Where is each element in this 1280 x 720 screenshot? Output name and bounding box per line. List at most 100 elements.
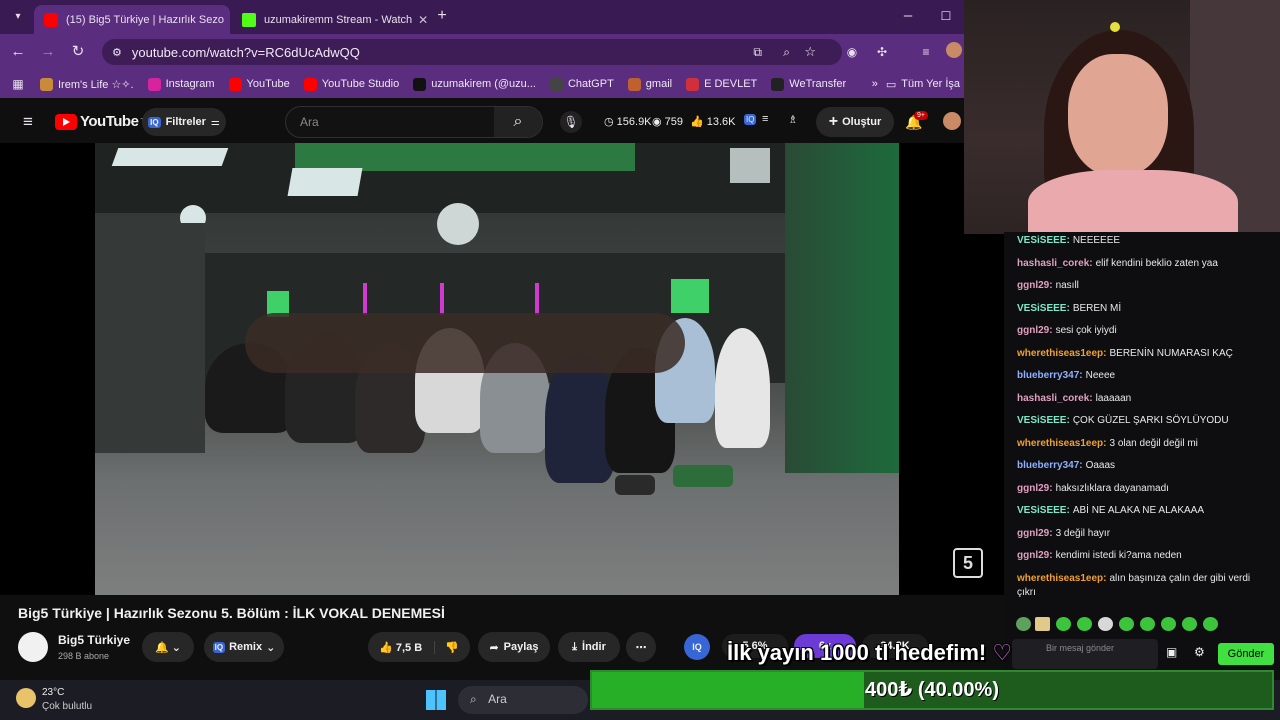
tab-search-chevron-icon[interactable]: ▾ xyxy=(8,7,28,27)
install-icon[interactable]: ⧉ xyxy=(753,45,762,60)
bookmark-label: Irem's Life ☆✧. xyxy=(58,78,134,91)
chat-username[interactable]: ggnl29: xyxy=(1017,550,1053,561)
chat-username[interactable]: ggnl29: xyxy=(1017,528,1053,539)
emote-icon[interactable] xyxy=(1035,617,1050,631)
bookmark-item[interactable]: YouTube xyxy=(228,77,290,91)
iq-extension-icon[interactable]: IQ xyxy=(744,114,757,125)
emote-icon[interactable] xyxy=(1119,617,1134,631)
tab-youtube[interactable]: (15) Big5 Türkiye | Hazırlık Sezo ✕ xyxy=(34,5,230,34)
reload-icon[interactable]: ↻ xyxy=(68,42,88,62)
remix-button[interactable]: IQ Remix ⌄ xyxy=(204,632,284,662)
emote-icon[interactable] xyxy=(1182,617,1197,631)
create-button[interactable]: + Oluştur xyxy=(816,107,894,137)
new-tab-icon[interactable]: + xyxy=(432,6,452,26)
camera-extension-icon[interactable]: ◉ xyxy=(842,42,862,62)
bookmark-item[interactable]: uzumakirem (@uzu... xyxy=(413,77,536,91)
chat-username[interactable]: VESiSEEE: xyxy=(1017,505,1070,516)
emote-icon[interactable] xyxy=(1161,617,1176,631)
like-button[interactable]: 👍 7,5 B xyxy=(379,640,436,654)
channel-avatar[interactable] xyxy=(18,632,48,662)
like-count: 7,5 B xyxy=(395,641,423,654)
store-icon[interactable]: ▣ xyxy=(1166,645,1177,659)
chat-message: ggnl29: nasıll xyxy=(1017,280,1079,291)
close-tab-icon[interactable]: ✕ xyxy=(412,13,428,27)
profile-avatar[interactable] xyxy=(944,42,964,62)
chat-username[interactable]: VESiSEEE: xyxy=(1017,415,1070,426)
emote-icon[interactable] xyxy=(1077,617,1092,631)
emote-icon[interactable] xyxy=(1016,617,1031,631)
bookmark-star-icon[interactable]: ☆ xyxy=(804,44,816,60)
donation-goal-bar: 400₺ (40.00%) xyxy=(590,670,1274,710)
search-box[interactable]: Ara ⌕ xyxy=(285,106,543,138)
media-controls-icon[interactable]: ≡ xyxy=(916,42,936,62)
emote-icon[interactable] xyxy=(1140,617,1155,631)
views-stat: ◷ 156.9K xyxy=(604,116,652,128)
more-bookmarks-chevron-icon[interactable]: » xyxy=(872,78,878,90)
download-button[interactable]: ⤓ İndir xyxy=(558,632,620,662)
chat-username[interactable]: blueberry347: xyxy=(1017,370,1083,381)
emote-icon[interactable] xyxy=(1056,617,1071,631)
settings-gear-icon[interactable]: ⚙ xyxy=(1194,645,1205,659)
chat-username[interactable]: blueberry347: xyxy=(1017,460,1083,471)
chat-username[interactable]: ggnl29: xyxy=(1017,483,1053,494)
bookmark-item[interactable]: gmail xyxy=(627,77,672,91)
video-frame xyxy=(95,143,899,595)
chat-message-input[interactable]: Bir mesaj gönder xyxy=(1012,639,1158,669)
emote-icon[interactable] xyxy=(1203,617,1218,631)
account-avatar[interactable] xyxy=(942,112,962,132)
maximize-icon[interactable]: ☐ xyxy=(936,6,956,26)
bookmark-item[interactable]: Irem's Life ☆✧. xyxy=(40,77,134,91)
filters-button[interactable]: IQ Filtreler ⚌ xyxy=(142,108,226,136)
apps-grid-icon[interactable]: ▦ xyxy=(8,74,28,94)
bookmark-item[interactable]: E DEVLET xyxy=(686,77,758,91)
chat-username[interactable]: hashasli_corek: xyxy=(1017,393,1093,404)
all-bookmarks-folder[interactable]: ▭ Tüm Yer İşa xyxy=(886,78,960,91)
bookmark-label: E DEVLET xyxy=(704,78,758,90)
share-button[interactable]: ➦ Paylaş xyxy=(478,632,550,662)
minimize-icon[interactable]: – xyxy=(898,6,918,26)
taskbar-search[interactable]: ⌕ Ara xyxy=(458,686,588,714)
extensions-icon[interactable]: ✣ xyxy=(872,42,892,62)
search-icon[interactable]: ⌕ xyxy=(494,107,542,137)
iq-badge-icon[interactable]: IQ xyxy=(684,634,710,660)
chat-username[interactable]: wherethiseas1eep: xyxy=(1017,438,1107,449)
chat-username[interactable]: wherethiseas1eep: xyxy=(1017,348,1107,359)
bookmark-item[interactable]: WeTransfer xyxy=(771,77,846,91)
hamburger-menu-icon[interactable]: ≡ xyxy=(18,112,38,132)
share-label: Paylaş xyxy=(503,641,539,653)
zoom-icon[interactable]: ⌕ xyxy=(783,45,790,60)
list-icon[interactable]: ≡ xyxy=(762,113,768,125)
chat-text: Oaaas xyxy=(1085,460,1116,471)
site-info-icon[interactable]: ⚙ xyxy=(112,46,122,59)
dislike-button[interactable]: 👎 xyxy=(435,641,459,654)
chat-username[interactable]: wherethiseas1eep: xyxy=(1017,573,1107,584)
more-actions-icon[interactable]: ⋯ xyxy=(626,632,656,662)
cup-icon[interactable]: ♗ xyxy=(788,113,798,126)
temperature: 23°C xyxy=(42,687,65,698)
bookmark-item[interactable]: Instagram xyxy=(147,77,215,91)
video-player[interactable]: 5 xyxy=(0,143,1004,595)
youtube-play-icon xyxy=(55,113,77,130)
address-bar[interactable]: ⚙ youtube.com/watch?v=RC6dUcAdwQQ ⧉ ⌕ ☆ xyxy=(102,39,842,65)
channel-name[interactable]: Big5 Türkiye xyxy=(58,633,130,647)
chat-message: VESiSEEE: BEREN Mİ xyxy=(1017,303,1121,314)
send-button[interactable]: Gönder xyxy=(1218,643,1274,665)
chat-username[interactable]: VESiSEEE: xyxy=(1017,235,1070,246)
chat-username[interactable]: ggnl29: xyxy=(1017,325,1053,336)
close-tab-icon[interactable]: ✕ xyxy=(224,13,231,27)
chat-username[interactable]: hashasli_corek: xyxy=(1017,258,1093,269)
microphone-icon[interactable]: 🎙 xyxy=(560,111,582,133)
forward-icon[interactable]: → xyxy=(38,42,58,62)
chat-username[interactable]: VESiSEEE: xyxy=(1017,303,1070,314)
chat-username[interactable]: ggnl29: xyxy=(1017,280,1053,291)
tab-kick[interactable]: uzumakiremm Stream - Watch ✕ xyxy=(232,5,428,34)
youtube-logo[interactable]: YouTube TR xyxy=(55,113,149,130)
notification-bell-button[interactable]: 🔔 ⌄ xyxy=(142,632,194,662)
bookmark-item[interactable]: ChatGPT xyxy=(549,77,614,91)
search-input[interactable]: Ara xyxy=(300,115,319,129)
bookmark-item[interactable]: YouTube Studio xyxy=(303,77,399,91)
emote-icon[interactable] xyxy=(1098,617,1113,631)
windows-start-icon[interactable] xyxy=(426,690,446,710)
chat-text: ÇOK GÜZEL ŞARKI SÖYLÜYODU xyxy=(1072,415,1229,426)
back-icon[interactable]: ← xyxy=(8,42,28,62)
